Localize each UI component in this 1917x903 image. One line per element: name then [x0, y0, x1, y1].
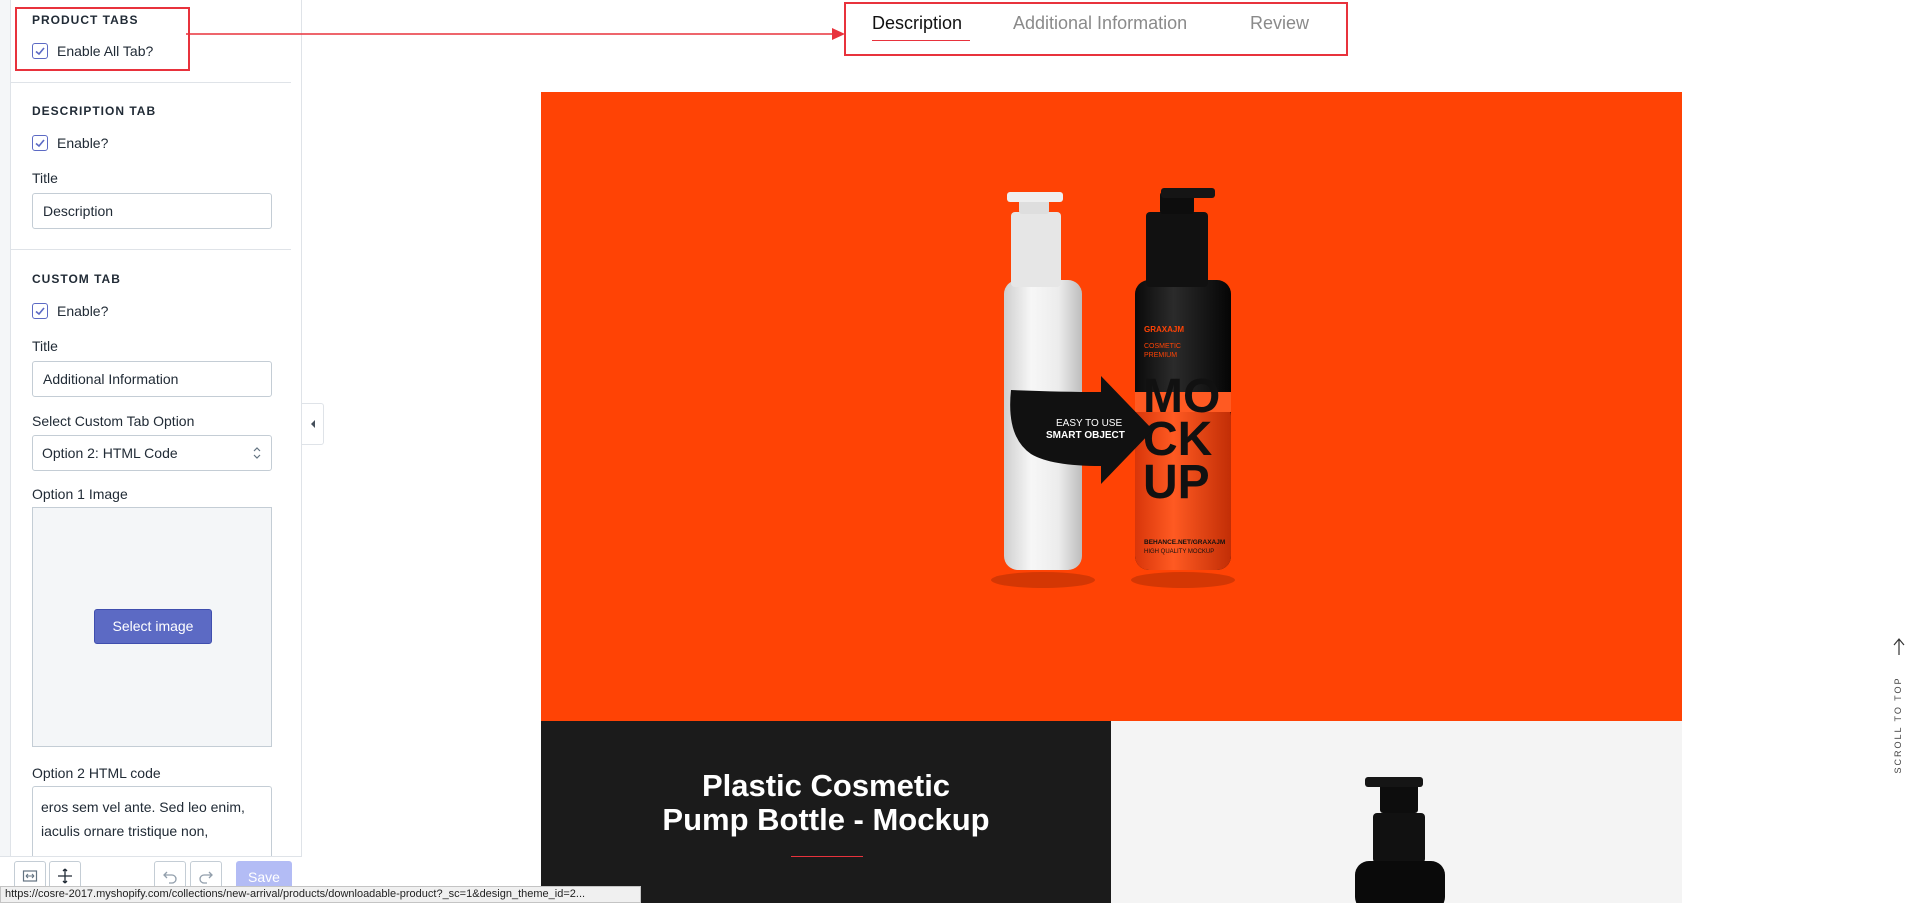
move-icon: [58, 868, 72, 884]
custom-enable-label: Enable?: [57, 303, 109, 319]
annotation-arrow: [186, 28, 845, 40]
checkbox-check-icon[interactable]: [32, 303, 48, 319]
black-pump-bottle-illustration: [1355, 777, 1445, 903]
theme-settings-sidebar: PRODUCT TABS Enable All Tab? DESCRIPTION…: [0, 0, 302, 903]
bottle-tag-text: HIGH QUALITY MOCKUP: [1144, 549, 1214, 555]
select-image-button[interactable]: Select image: [94, 609, 212, 644]
browser-status-bar: https://cosre-2017.myshopify.com/collect…: [0, 886, 641, 903]
description-title-input[interactable]: Description: [32, 193, 272, 229]
description-tab-heading: DESCRIPTION TAB: [32, 104, 157, 118]
product-info-panel: Plastic Cosmetic Pump Bottle - Mockup: [541, 721, 1111, 903]
undo-icon: [163, 871, 177, 884]
annotation-highlight-box: [15, 7, 190, 71]
title-underline: [791, 856, 863, 857]
product-title-line-1: Plastic Cosmetic: [701, 768, 951, 803]
custom-option-select-value: Option 2: HTML Code: [42, 445, 178, 461]
collapse-left-icon: [310, 420, 315, 428]
product-title-line-2: Pump Bottle - Mockup: [662, 802, 990, 837]
description-title-label: Title: [32, 170, 58, 186]
annotation-highlight-box: [844, 2, 1348, 56]
code-editor-icon: [22, 870, 38, 882]
custom-title-label: Title: [32, 338, 58, 354]
divider: [11, 82, 291, 83]
bottle-brand-text: GRAXAJM: [1144, 325, 1184, 334]
custom-title-input[interactable]: Additional Information: [32, 361, 272, 397]
custom-enable-checkbox[interactable]: Enable?: [32, 303, 108, 319]
arrow-line1-text: EASY TO USE: [1056, 418, 1122, 429]
product-hero-image: GRAXAJM COSMETIC PREMIUM MO CK UP BEHANC…: [541, 92, 1682, 721]
scroll-to-top-button[interactable]: SCROLL TO TOP: [1886, 638, 1912, 774]
scroll-to-top-label: SCROLL TO TOP: [1893, 676, 1903, 774]
checkbox-check-icon[interactable]: [32, 135, 48, 151]
bottle-big-text-3: UP: [1143, 456, 1210, 509]
redo-icon: [199, 871, 213, 884]
bottle-mockup-illustration: GRAXAJM COSMETIC PREMIUM MO CK UP BEHANC…: [991, 188, 1235, 588]
custom-option-select-label: Select Custom Tab Option: [32, 413, 195, 429]
divider: [11, 249, 291, 250]
select-arrows-icon: [253, 447, 261, 459]
option2-html-label: Option 2 HTML code: [32, 765, 161, 781]
option1-image-dropzone[interactable]: Select image: [32, 507, 272, 747]
description-enable-label: Enable?: [57, 135, 109, 151]
custom-tab-heading: CUSTOM TAB: [32, 272, 121, 286]
arrow-up-icon: [1893, 638, 1905, 655]
collapse-sidebar-button[interactable]: [302, 403, 324, 445]
option1-image-label: Option 1 Image: [32, 486, 128, 502]
option2-html-textarea[interactable]: eros sem vel ante. Sed leo enim, iaculis…: [32, 786, 272, 856]
bottle-line2-text: PREMIUM: [1144, 352, 1177, 359]
arrow-line2-text: SMART OBJECT: [1046, 430, 1125, 441]
sidebar-edge-strip: [0, 0, 11, 903]
product-secondary-image: [1111, 721, 1682, 903]
description-enable-checkbox[interactable]: Enable?: [32, 135, 108, 151]
sidebar-right-border: [301, 0, 302, 903]
bottle-line1-text: COSMETIC: [1144, 343, 1181, 350]
custom-option-select[interactable]: Option 2: HTML Code: [32, 435, 272, 471]
product-title: Plastic Cosmetic Pump Bottle - Mockup: [541, 769, 1111, 837]
bottle-url-text: BEHANCE.NET/GRAXAJM: [1144, 539, 1225, 546]
